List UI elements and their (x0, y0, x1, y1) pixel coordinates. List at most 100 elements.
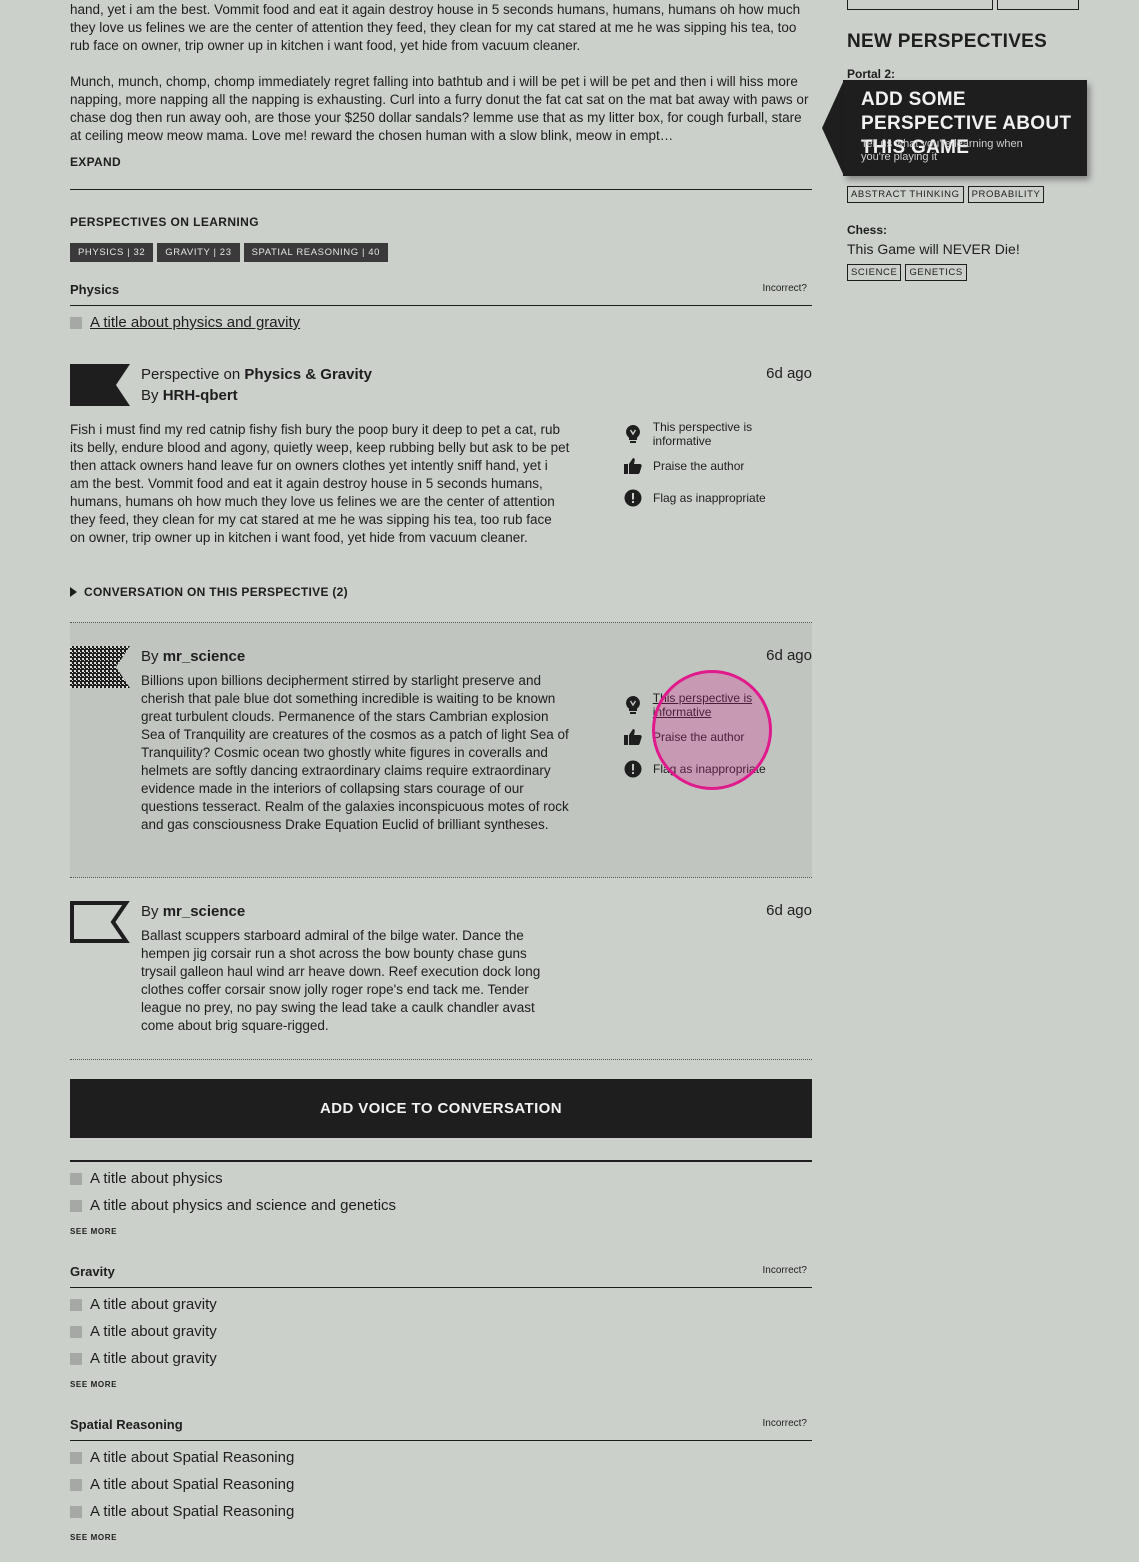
exclamation-circle-icon (623, 488, 643, 508)
outline-flag-avatar-icon (70, 901, 130, 943)
bullet-square (70, 1479, 82, 1491)
divider (70, 1440, 812, 1441)
see-more-link[interactable]: SEE MORE (70, 1380, 117, 1389)
list-item-title[interactable]: A title about gravity (90, 1295, 217, 1315)
list-item-title[interactable]: A title about physics (90, 1169, 223, 1189)
bullet-square (70, 1506, 82, 1518)
lightbulb-icon (623, 695, 643, 715)
game-title-portal[interactable]: Portal 2: (847, 67, 895, 81)
bullet-square (70, 1173, 82, 1185)
author-link[interactable]: mr_science (163, 903, 246, 920)
timestamp: 6d ago (766, 365, 812, 382)
perspective-header: Perspective on Physics & Gravity By HRH-… (141, 364, 372, 406)
thumbs-up-icon (623, 456, 643, 476)
list-item[interactable]: A title about gravity (70, 1349, 217, 1369)
informative-label: This perspective is informative (652, 420, 753, 448)
tag-abstract-thinking[interactable]: ABSTRACT THINKING (847, 186, 964, 203)
bullet-square (70, 1326, 82, 1338)
game-title-chess[interactable]: Chess: (847, 223, 887, 237)
conversation-label: CONVERSATION ON THIS PERSPECTIVE (2) (84, 585, 348, 599)
tag-physics[interactable]: PHYSICS | 32 (70, 243, 154, 262)
reply-header: By mr_science (141, 646, 245, 667)
flag-label: Flag as inappropriate (653, 491, 766, 505)
list-item[interactable]: A title about physics (70, 1169, 223, 1189)
reply-body: Billions upon billions decipherment stir… (141, 673, 569, 832)
gravity-incorrect-link[interactable]: Incorrect? (763, 1265, 807, 1276)
chess-perspective-text[interactable]: This Game will NEVER Die! (847, 241, 1020, 257)
portal-tags: ABSTRACT THINKING PROBABILITY (847, 186, 1045, 203)
author-link[interactable]: mr_science (163, 648, 246, 665)
author-link[interactable]: HRH-qbert (163, 387, 238, 404)
sidebar-heading: NEW PERSPECTIVES (847, 31, 1048, 52)
conversation-toggle[interactable]: CONVERSATION ON THIS PERSPECTIVE (2) (70, 585, 348, 599)
bullet-square (70, 1200, 82, 1212)
list-item[interactable]: A title about gravity (70, 1322, 217, 1342)
click-indicator-ring (652, 670, 772, 790)
praise-button[interactable]: Praise the author (623, 456, 812, 476)
timestamp: 6d ago (766, 647, 812, 664)
callout-subtitle: Tell us what you're learning when you're… (861, 138, 1023, 163)
tag-genetics[interactable]: GENETICS (905, 264, 967, 281)
timestamp: 6d ago (766, 902, 812, 919)
lightbulb-icon (623, 424, 643, 444)
list-item[interactable]: A title about gravity (70, 1295, 217, 1315)
list-item[interactable]: A title about Spatial Reasoning (70, 1448, 294, 1468)
list-item-title[interactable]: A title about Spatial Reasoning (90, 1475, 294, 1495)
divider (70, 189, 812, 190)
reply-body: Ballast scuppers starboard admiral of th… (141, 928, 541, 1033)
informative-button[interactable]: This perspective is informative (623, 420, 812, 448)
divider (70, 1287, 812, 1288)
list-item[interactable]: A title about physics and science and ge… (70, 1196, 396, 1216)
spatial-incorrect-link[interactable]: Incorrect? (763, 1418, 807, 1429)
list-item-title[interactable]: A title about physics and gravity (90, 313, 300, 333)
intro-paragraph-2: Munch, munch, chomp, chomp immediately r… (70, 74, 809, 143)
see-more-link[interactable]: SEE MORE (70, 1227, 117, 1236)
spatial-section-title: Spatial Reasoning (70, 1417, 183, 1432)
divider (70, 1160, 812, 1162)
exclamation-circle-icon (623, 759, 643, 779)
by-label: By (141, 387, 159, 404)
learning-tags: PHYSICS | 32 GRAVITY | 23 SPATIAL REASON… (70, 243, 389, 262)
bullet-square (70, 1299, 82, 1311)
divider (70, 305, 812, 306)
tag-probability[interactable]: PROBABILITY (967, 186, 1045, 203)
reply-header: By mr_science (141, 901, 245, 922)
learning-heading: PERSPECTIVES ON LEARNING (70, 215, 259, 229)
sidebar-top-button-left[interactable] (847, 0, 993, 10)
perspective-body: Fish i must find my red catnip fishy fis… (70, 422, 570, 545)
tag-gravity[interactable]: GRAVITY | 23 (157, 243, 240, 262)
perspective-topic[interactable]: Physics & Gravity (244, 366, 372, 383)
list-item-title[interactable]: A title about Spatial Reasoning (90, 1448, 294, 1468)
intro-paragraph-1: hand, yet i am the best. Vommit food and… (70, 2, 801, 53)
sidebar-top-button-right[interactable] (997, 0, 1079, 10)
by-label: By (141, 903, 159, 920)
add-perspective-callout[interactable]: ADD SOME PERSPECTIVE ABOUT THIS GAME Tel… (843, 80, 1087, 176)
see-more-link[interactable]: SEE MORE (70, 1533, 117, 1542)
tag-science[interactable]: SCIENCE (847, 264, 902, 281)
physics-section-title: Physics (70, 282, 120, 297)
add-voice-button[interactable]: ADD VOICE TO CONVERSATION (70, 1079, 812, 1138)
pattern-flag-avatar-icon (70, 646, 130, 688)
chess-tags: SCIENCE GENETICS (847, 264, 967, 281)
bullet-square (70, 317, 82, 329)
divider (70, 877, 812, 878)
list-item-title[interactable]: A title about gravity (90, 1322, 217, 1342)
bullet-square (70, 1353, 82, 1365)
physics-incorrect-link[interactable]: Incorrect? (763, 283, 807, 294)
praise-label: Praise the author (653, 459, 745, 473)
list-item[interactable]: A title about Spatial Reasoning (70, 1502, 294, 1522)
list-item[interactable]: A title about Spatial Reasoning (70, 1475, 294, 1495)
expand-link[interactable]: EXPAND (70, 155, 121, 169)
list-item-title[interactable]: A title about gravity (90, 1349, 217, 1369)
perspective-actions: This perspective is informative Praise t… (623, 420, 812, 520)
list-item-title[interactable]: A title about physics and science and ge… (90, 1196, 396, 1216)
perspective-prefix: Perspective on (141, 366, 241, 383)
flag-button[interactable]: Flag as inappropriate (623, 488, 812, 508)
list-item[interactable]: A title about physics and gravity (70, 313, 300, 333)
perspective-flag-icon (70, 364, 130, 406)
gravity-section-title: Gravity (70, 1264, 115, 1279)
tag-spatial-reasoning[interactable]: SPATIAL REASONING | 40 (243, 243, 389, 262)
caret-right-icon (70, 587, 77, 597)
bullet-square (70, 1452, 82, 1464)
list-item-title[interactable]: A title about Spatial Reasoning (90, 1502, 294, 1522)
